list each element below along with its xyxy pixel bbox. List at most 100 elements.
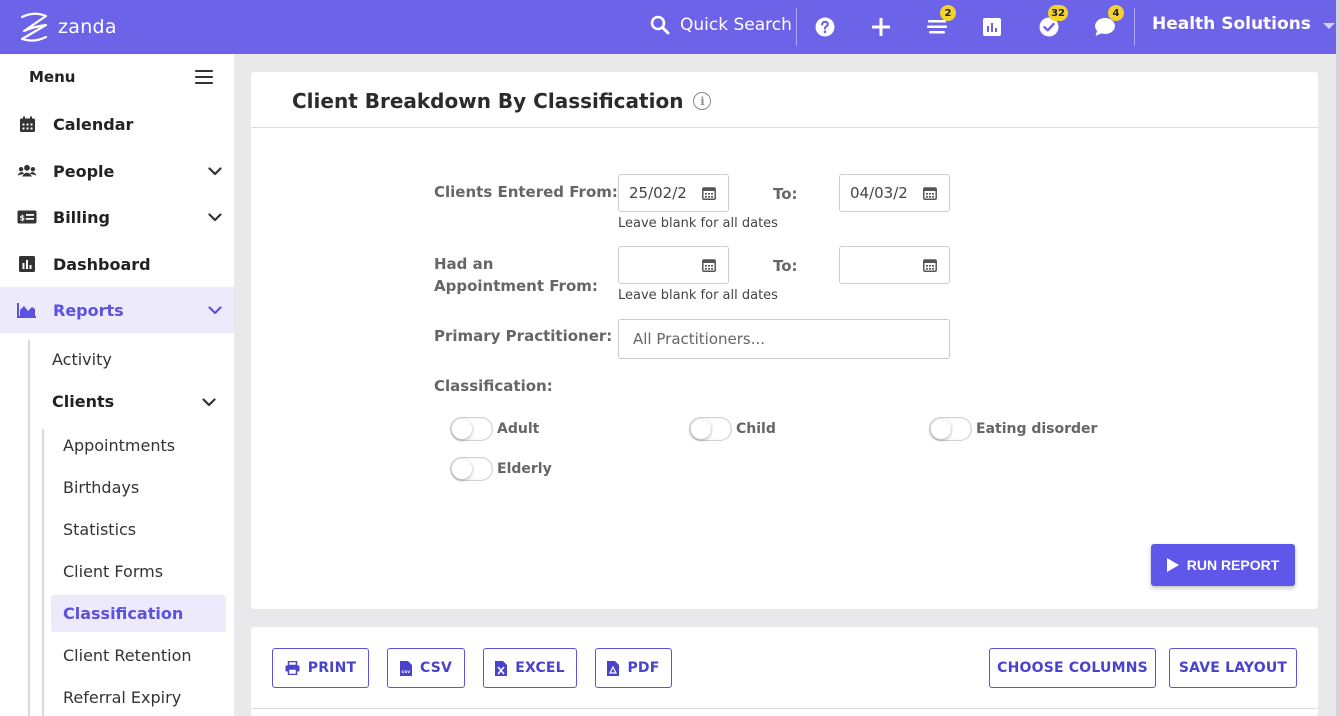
sidebar-item-billing[interactable]: $ Billing [0, 194, 234, 240]
svg-text:csv: csv [401, 670, 410, 675]
svg-text:$: $ [20, 214, 26, 223]
toggle-switch[interactable] [450, 457, 493, 481]
divider [1134, 8, 1135, 46]
export-toolbar: PRINT csv CSV EXCEL PDF CHOOSE COLUMNS S… [251, 627, 1318, 716]
reports-shortcut-button[interactable] [979, 14, 1005, 40]
classification-toggle-elderly[interactable]: Elderly [450, 457, 552, 481]
excel-file-icon [495, 660, 508, 676]
classification-toggle-adult[interactable]: Adult [450, 417, 539, 441]
logo-text: zanda [58, 16, 117, 38]
clients-entered-label: Clients Entered From: [434, 183, 618, 201]
print-button[interactable]: PRINT [272, 648, 369, 688]
caret-down-icon [1322, 23, 1335, 29]
clients-entered-from-input[interactable]: 25/02/2 [618, 174, 729, 212]
sidebar-item-client-forms[interactable]: Client Forms [51, 553, 226, 590]
billing-icon: $ [17, 208, 37, 226]
calendar-icon[interactable] [923, 258, 937, 272]
account-menu[interactable]: Health Solutions [1152, 14, 1335, 34]
classification-label: Classification: [434, 377, 553, 395]
divider [796, 8, 797, 46]
date-value: 04/03/2 [850, 184, 908, 202]
reports-icon [17, 301, 37, 319]
sidebar-item-label: People [53, 161, 115, 181]
toggle-switch[interactable] [689, 417, 732, 441]
messages-button[interactable]: 4 [1092, 5, 1124, 40]
csv-button[interactable]: csv CSV [387, 648, 465, 688]
to-label: To: [773, 185, 798, 203]
zanda-logo-icon [20, 12, 48, 42]
calendar-icon[interactable] [702, 186, 716, 200]
sidebar-item-people[interactable]: People [0, 148, 234, 194]
page-scrollbar[interactable] [1336, 0, 1340, 716]
run-report-button[interactable]: RUN REPORT [1151, 544, 1295, 586]
tasks-button[interactable]: 32 [1036, 5, 1068, 40]
sidebar-item-clients[interactable]: Clients [52, 390, 222, 414]
messages-badge: 4 [1108, 5, 1124, 21]
bar-chart-icon [983, 18, 1001, 36]
quick-search-label: Quick Search [680, 15, 792, 35]
add-button[interactable] [868, 14, 894, 40]
sidebar-item-statistics[interactable]: Statistics [51, 511, 226, 548]
sidebar-item-calendar[interactable]: Calendar [0, 101, 234, 147]
calendar-icon[interactable] [702, 258, 716, 272]
date-hint: Leave blank for all dates [618, 288, 778, 303]
pdf-button[interactable]: PDF [595, 648, 672, 688]
sidebar: Menu Calendar People $ Billing Dashboard… [0, 54, 234, 716]
top-bar: zanda Quick Search 2 32 4 Health Solutio… [0, 0, 1336, 54]
excel-label: EXCEL [515, 660, 565, 676]
people-icon [17, 162, 37, 180]
pdf-file-icon [607, 660, 620, 676]
toggle-switch[interactable] [450, 417, 493, 441]
sidebar-item-activity[interactable]: Activity [52, 350, 112, 369]
sidebar-item-appointments[interactable]: Appointments [51, 427, 226, 464]
choose-columns-button[interactable]: CHOOSE COLUMNS [989, 648, 1156, 688]
save-layout-button[interactable]: SAVE LAYOUT [1169, 648, 1297, 688]
run-report-label: RUN REPORT [1186, 557, 1280, 573]
clients-entered-to-input[interactable]: 04/03/2 [839, 174, 950, 212]
page-title-text: Client Breakdown By Classification [292, 89, 684, 113]
appointment-label: Had an Appointment From: [434, 255, 598, 295]
sidebar-item-label: Dashboard [53, 254, 151, 274]
toggle-switch[interactable] [929, 417, 972, 441]
toggle-label: Eating disorder [976, 421, 1098, 437]
chevron-down-icon [208, 212, 222, 221]
divider [251, 708, 1318, 709]
appointment-from-input[interactable] [618, 246, 729, 284]
plus-icon [872, 18, 890, 36]
report-card: Client Breakdown By Classification i Cli… [251, 72, 1318, 609]
sidebar-item-birthdays[interactable]: Birthdays [51, 469, 226, 506]
classification-toggle-child[interactable]: Child [689, 417, 776, 441]
queue-button[interactable]: 2 [924, 5, 956, 40]
sidebar-item-classification[interactable]: Classification [51, 595, 226, 632]
sidebar-item-dashboard[interactable]: Dashboard [0, 241, 234, 287]
help-button[interactable] [812, 14, 838, 40]
sidebar-item-referral-expiry[interactable]: Referral Expiry [51, 679, 226, 716]
sidebar-item-client-retention[interactable]: Client Retention [51, 637, 226, 674]
appointment-to-input[interactable] [839, 246, 950, 284]
sidebar-item-label: Clients [52, 392, 115, 411]
play-icon [1166, 558, 1179, 572]
quick-search[interactable]: Quick Search [650, 15, 792, 35]
page-title: Client Breakdown By Classification i [292, 89, 712, 113]
practitioner-select[interactable] [618, 319, 950, 359]
classification-toggle-eating-disorder[interactable]: Eating disorder [929, 417, 1097, 441]
zanda-logo[interactable]: zanda [16, 9, 117, 45]
date-hint: Leave blank for all dates [618, 216, 778, 231]
csv-label: CSV [419, 660, 453, 676]
calendar-icon[interactable] [923, 186, 937, 200]
menu-header: Menu [0, 54, 234, 100]
pdf-label: PDF [627, 660, 660, 676]
chevron-down-icon [208, 166, 222, 175]
dashboard-icon [17, 255, 37, 273]
toggle-label: Elderly [497, 461, 552, 477]
to-label: To: [773, 257, 798, 275]
hamburger-icon[interactable] [195, 70, 213, 84]
date-value: 25/02/2 [629, 184, 687, 202]
excel-button[interactable]: EXCEL [483, 648, 577, 688]
print-label: PRINT [307, 660, 357, 676]
info-icon[interactable]: i [693, 92, 712, 110]
sidebar-item-reports[interactable]: Reports [0, 287, 234, 333]
search-icon [650, 15, 670, 35]
sidebar-item-label: Reports [53, 300, 124, 320]
calendar-icon [17, 115, 37, 133]
